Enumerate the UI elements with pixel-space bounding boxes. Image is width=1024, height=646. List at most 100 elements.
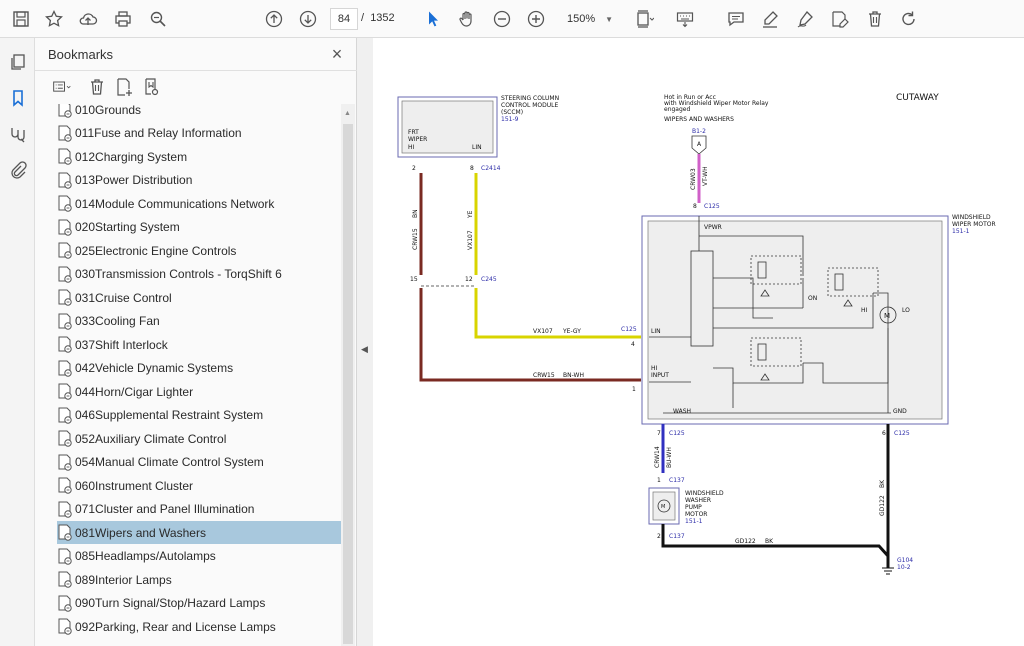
pages-thumbnails-icon[interactable] xyxy=(6,50,30,74)
next-page-icon[interactable] xyxy=(296,7,320,31)
pin-12-label: 12 xyxy=(465,276,473,283)
hand-tool-icon[interactable] xyxy=(455,7,479,31)
bookmark-page-icon xyxy=(58,430,72,447)
gd122-h-label: GD122 xyxy=(735,538,756,545)
bookmark-item[interactable]: 092Parking, Rear and License Lamps xyxy=(57,615,341,638)
pin-1b-label: 1 xyxy=(657,477,661,484)
delete-icon[interactable] xyxy=(863,7,887,31)
gd122-v-label: GD122 xyxy=(879,495,886,516)
hi-input-label-2: INPUT xyxy=(651,372,669,379)
bookmark-item[interactable]: 012Charging System xyxy=(57,145,341,168)
bookmark-item[interactable]: 031Cruise Control xyxy=(57,286,341,309)
bookmark-label: 060Instrument Cluster xyxy=(75,478,194,493)
bookmark-item[interactable]: 042Vehicle Dynamic Systems xyxy=(57,357,341,380)
bookmark-label: 012Charging System xyxy=(75,149,188,164)
pump-ref: 151-1 xyxy=(685,518,703,525)
select-cursor-icon[interactable] xyxy=(421,7,445,31)
c137-b-label: C137 xyxy=(669,533,685,540)
motor-title-1: WINDSHIELD xyxy=(952,214,991,221)
bookmark-item[interactable]: 025Electronic Engine Controls xyxy=(57,239,341,262)
bookmark-item[interactable]: 033Cooling Fan xyxy=(57,310,341,333)
bookmark-list: 010Grounds 011Fuse and Relay Information 0… xyxy=(35,104,341,646)
ye-gy-label: YE-GY xyxy=(562,328,581,335)
bookmark-page-icon xyxy=(58,219,72,236)
c137-a-label: C137 xyxy=(669,477,685,484)
options-menu-icon[interactable] xyxy=(49,75,75,99)
redo-icon[interactable] xyxy=(897,7,921,31)
bookmark-page-icon xyxy=(58,195,72,212)
paperclip-icon[interactable] xyxy=(6,158,30,182)
navigation-rail xyxy=(0,38,35,646)
keyboard-icon[interactable] xyxy=(673,7,697,31)
highlight-pen-icon[interactable] xyxy=(758,7,782,31)
bookmark-item[interactable]: 010Grounds xyxy=(57,104,341,121)
comment-icon[interactable] xyxy=(724,7,748,31)
collapse-panel-icon[interactable]: ◀ xyxy=(361,344,368,355)
bookmark-item[interactable]: 090Turn Signal/Stop/Hazard Lamps xyxy=(57,592,341,615)
bn-label: BN xyxy=(412,209,419,218)
ground-symbol xyxy=(882,567,894,575)
bookmarks-icon[interactable] xyxy=(6,86,30,110)
bookmark-label: 046Supplemental Restraint System xyxy=(75,408,264,422)
bookmark-page-icon xyxy=(58,454,72,471)
bookmark-item[interactable]: 046Supplemental Restraint System xyxy=(57,404,341,427)
bookmarks-panel: Bookmarks × 010Grounds 011Fuse and Relay … xyxy=(35,38,357,646)
bookmark-item[interactable]: 081Wipers and Washers xyxy=(57,521,341,544)
pump-title-4: MOTOR xyxy=(685,511,707,518)
draw-icon[interactable] xyxy=(793,7,817,31)
bookmark-page-icon xyxy=(58,618,72,635)
sccm-ref: 151-9 xyxy=(501,116,519,123)
bookmark-item[interactable]: 011Fuse and Relay Information xyxy=(57,122,341,145)
fit-page-icon[interactable] xyxy=(632,7,656,31)
crw14-label: CRW14 xyxy=(654,446,661,468)
pin-6-label: 6 xyxy=(882,430,886,437)
bookmark-scrollbar[interactable]: ▲ xyxy=(341,104,355,646)
panel-splitter[interactable]: ◀ xyxy=(357,38,373,646)
delete-bookmark-icon[interactable] xyxy=(85,75,109,99)
bookmark-page-icon xyxy=(58,548,72,565)
bookmarks-toolbar xyxy=(35,70,357,102)
zoom-level-select[interactable]: 150% ▼ xyxy=(561,9,617,30)
crw15-v-label: CRW15 xyxy=(412,228,419,250)
bookmark-item[interactable]: 037Shift Interlock xyxy=(57,333,341,356)
lo-switch-label: LO xyxy=(902,307,910,314)
star-icon[interactable] xyxy=(42,7,66,31)
print-icon[interactable] xyxy=(111,7,135,31)
bookmark-page-icon xyxy=(58,172,72,189)
document-view: STEERING COLUMN CONTROL MODULE (SCCM) 15… xyxy=(373,38,1024,646)
bookmark-label: 037Shift Interlock xyxy=(75,337,168,352)
bookmark-item[interactable]: 030Transmission Controls - TorqShift 6 xyxy=(57,263,341,286)
find-bookmark-icon[interactable] xyxy=(139,75,163,99)
scrollbar-thumb[interactable] xyxy=(343,124,353,644)
zoom-search-icon[interactable] xyxy=(146,7,170,31)
cloud-upload-icon[interactable] xyxy=(76,7,100,31)
hi-switch-label: HI xyxy=(861,307,868,314)
bu-wh-label: BU-WH xyxy=(666,447,673,468)
zoom-out-icon[interactable] xyxy=(490,7,514,31)
bookmark-item[interactable]: 060Instrument Cluster xyxy=(57,474,341,497)
vx107-h-label: VX107 xyxy=(533,328,553,335)
bookmark-item[interactable]: 085Headlamps/Autolamps xyxy=(57,545,341,568)
bookmark-label: 089Interior Lamps xyxy=(75,572,172,587)
edit-stamp-icon[interactable] xyxy=(828,7,852,31)
scroll-up-arrow-icon[interactable]: ▲ xyxy=(344,110,351,117)
bookmark-item[interactable]: 054Manual Climate Control System xyxy=(57,451,341,474)
page-number-input[interactable]: 84 xyxy=(330,8,358,30)
prev-page-icon[interactable] xyxy=(262,7,286,31)
add-bookmark-icon[interactable] xyxy=(112,75,136,99)
bookmark-item[interactable]: 020Starting System xyxy=(57,216,341,239)
attachments-link-icon[interactable] xyxy=(6,122,30,146)
bookmark-label: 042Vehicle Dynamic Systems xyxy=(75,361,234,375)
save-icon[interactable] xyxy=(9,7,33,31)
c125-top: C125 xyxy=(704,203,720,210)
bookmark-item[interactable]: 013Power Distribution xyxy=(57,169,341,192)
bookmark-item[interactable]: 052Auxiliary Climate Control xyxy=(57,427,341,450)
bookmark-item[interactable]: 044Horn/Cigar Lighter xyxy=(57,380,341,403)
bookmark-item[interactable]: 089Interior Lamps xyxy=(57,568,341,591)
bookmark-item[interactable]: 071Cluster and Panel Illumination xyxy=(57,498,341,521)
bookmark-item[interactable]: 014Module Communications Network xyxy=(57,192,341,215)
zoom-in-icon[interactable] xyxy=(524,7,548,31)
bookmark-page-icon xyxy=(58,289,72,306)
bookmark-page-icon xyxy=(58,242,72,259)
close-icon[interactable]: × xyxy=(327,44,347,64)
